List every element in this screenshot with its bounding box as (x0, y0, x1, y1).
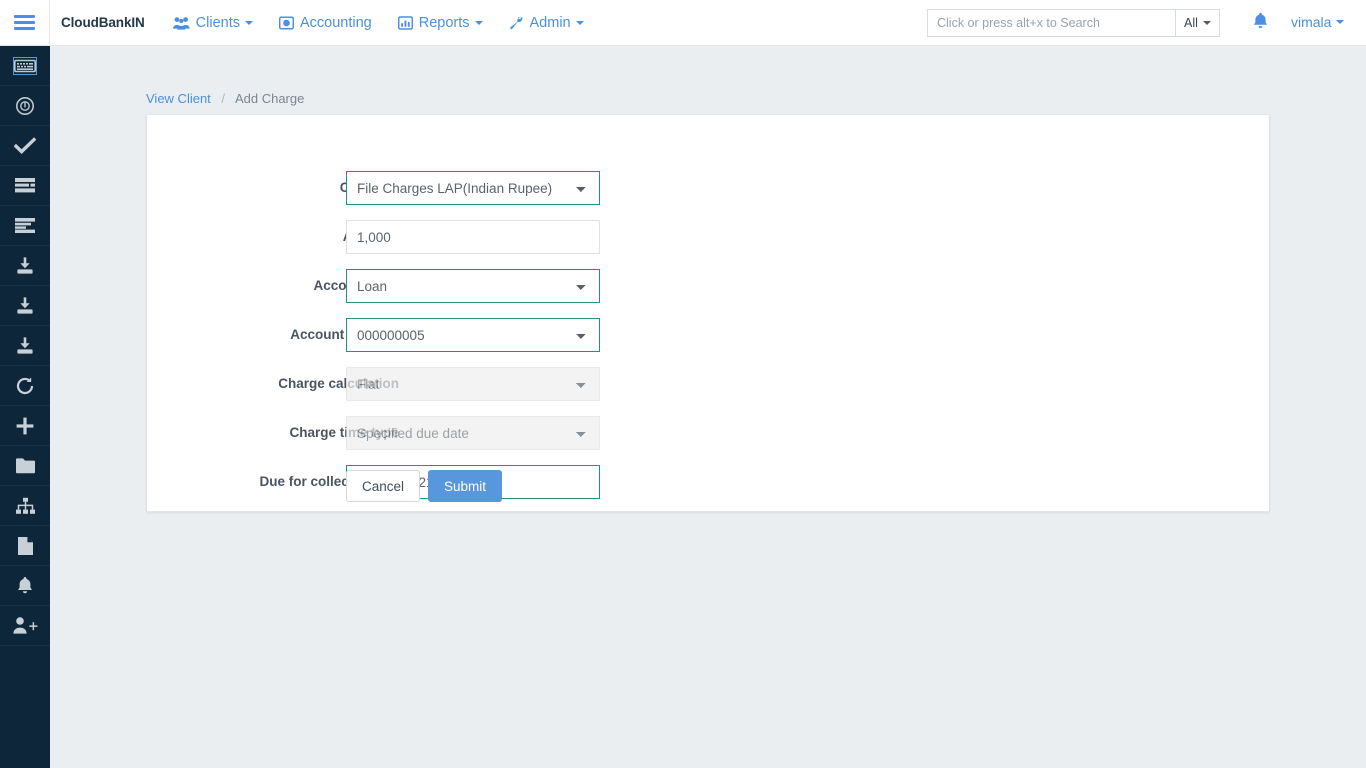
sidebar-item-navigation[interactable] (0, 86, 50, 126)
bell-icon (16, 576, 34, 596)
sidebar-item-download-one[interactable] (0, 246, 50, 286)
compass-icon (15, 96, 35, 116)
download-drive-icon (14, 256, 36, 275)
users-group-icon (173, 16, 190, 30)
refresh-icon (15, 376, 35, 396)
charge-calculation-select: Flat (346, 367, 600, 401)
user-account-label: vimala (1291, 14, 1331, 30)
form-row-charge-calculation: Charge calculation Flat (147, 367, 1269, 401)
sidebar-item-download-two[interactable] (0, 286, 50, 326)
breadcrumb-current: Add Charge (235, 91, 304, 106)
main-content: View Client / Add Charge Charges* File C… (50, 46, 1366, 768)
file-icon (17, 536, 34, 556)
account-type-select[interactable]: Loan (346, 269, 600, 303)
form-row-charge-time-type: Charge time type Specified due date (147, 416, 1269, 450)
left-sidebar (0, 46, 50, 768)
nav-item-clients-label: Clients (196, 15, 240, 31)
hamburger-menu-icon (14, 15, 35, 30)
user-plus-icon (11, 616, 39, 635)
download-drive-icon (14, 296, 36, 315)
sitemap-icon (15, 497, 36, 515)
accounting-calculator-icon (279, 16, 294, 30)
nav-item-admin-label: Admin (530, 15, 571, 31)
sidebar-item-refresh[interactable] (0, 366, 50, 406)
breadcrumb-link-view-client[interactable]: View Client (146, 91, 211, 106)
nav-item-reports-label: Reports (419, 15, 470, 31)
sidebar-item-folder[interactable] (0, 446, 50, 486)
sidebar-item-organization[interactable] (0, 486, 50, 526)
amount-input[interactable] (346, 220, 600, 254)
keyboard-icon (14, 58, 36, 74)
plus-icon (15, 416, 35, 436)
breadcrumb: View Client / Add Charge (146, 91, 304, 106)
chevron-down-icon (1203, 21, 1211, 25)
cancel-button[interactable]: Cancel (346, 470, 420, 502)
chevron-down-icon (1336, 20, 1344, 24)
account-number-select[interactable]: 000000005 (346, 318, 600, 352)
form-row-account-number: Account Number 000000005 (147, 318, 1269, 352)
chevron-down-icon (245, 21, 253, 25)
form-actions: Cancel Submit (346, 470, 502, 502)
sidebar-item-checker-inbox[interactable] (0, 126, 50, 166)
search-scope-dropdown[interactable]: All (1175, 9, 1220, 37)
nav-item-accounting-label: Accounting (300, 15, 372, 31)
checkmark-icon (14, 137, 36, 155)
sidebar-item-download-three[interactable] (0, 326, 50, 366)
download-drive-icon (14, 336, 36, 355)
top-navigation-bar: CloudBankIN Clients (0, 0, 1366, 46)
hamburger-menu-button[interactable] (0, 0, 50, 45)
sidebar-item-add-client[interactable] (0, 606, 50, 646)
sidebar-item-list-one[interactable] (0, 166, 50, 206)
sidebar-item-document[interactable] (0, 526, 50, 566)
nav-item-admin[interactable]: Admin (509, 15, 584, 31)
form-row-account-type: Account type Loan (147, 269, 1269, 303)
chevron-down-icon (475, 21, 483, 25)
search-input[interactable] (927, 9, 1175, 37)
wrench-icon (509, 16, 524, 30)
add-charge-form-card: Charges* File Charges LAP(Indian Rupee) … (146, 114, 1270, 512)
list-server-icon (14, 217, 36, 234)
nav-item-clients[interactable]: Clients (173, 15, 253, 31)
bell-icon (1252, 18, 1269, 35)
nav-item-accounting[interactable]: Accounting (279, 15, 372, 31)
bar-chart-icon (398, 16, 413, 30)
nav-item-reports[interactable]: Reports (398, 15, 483, 31)
submit-button[interactable]: Submit (428, 470, 502, 502)
form-row-amount: Amount* (147, 220, 1269, 254)
app-brand-logo[interactable]: CloudBankIN (61, 15, 145, 30)
list-server-icon (14, 177, 36, 194)
form-row-due-for-collection-on: Due for collection on* (147, 465, 1269, 499)
breadcrumb-separator: / (221, 91, 225, 106)
sidebar-item-add[interactable] (0, 406, 50, 446)
sidebar-item-notifications[interactable] (0, 566, 50, 606)
search-scope-label: All (1184, 16, 1198, 30)
charge-time-type-select: Specified due date (346, 416, 600, 450)
sidebar-item-list-two[interactable] (0, 206, 50, 246)
folder-icon (15, 457, 36, 474)
form-row-charges: Charges* File Charges LAP(Indian Rupee) (147, 171, 1269, 205)
global-search: All (927, 9, 1220, 37)
chevron-down-icon (576, 21, 584, 25)
sidebar-item-keyboard-shortcuts[interactable] (0, 46, 50, 86)
main-menu: Clients Accounting Reports (173, 15, 610, 31)
notifications-button[interactable] (1252, 12, 1269, 36)
charges-select[interactable]: File Charges LAP(Indian Rupee) (346, 171, 600, 205)
user-account-menu[interactable]: vimala (1291, 14, 1344, 30)
